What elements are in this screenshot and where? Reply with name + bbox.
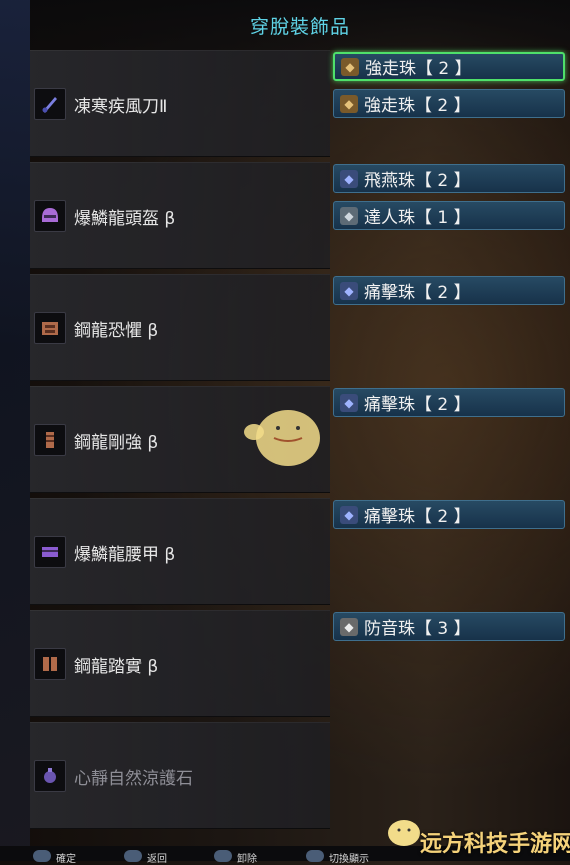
hint-confirm[interactable]: 確定 <box>56 850 76 865</box>
sword-icon <box>34 88 66 120</box>
mascot-logo-icon <box>388 820 420 846</box>
equipment-row-waist[interactable]: 爆鱗龍腰甲 β <box>30 498 330 605</box>
hint-remove[interactable]: 卸除 <box>237 850 257 865</box>
decoration-slot[interactable]: ◆ 防音珠【 3 】 <box>333 612 565 641</box>
decoration-label: 痛擊珠【 2 】 <box>364 395 471 415</box>
jewel-icon: ◆ <box>340 505 358 524</box>
left-edge-panel <box>0 0 30 861</box>
title-bar: 穿脫裝飾品 <box>30 0 570 50</box>
jewel-icon: ◆ <box>340 281 358 300</box>
decoration-label: 痛擊珠【 2 】 <box>364 283 471 303</box>
site-watermark: 远方科技手游网 <box>420 832 570 857</box>
jewel-icon: ◆ <box>340 206 358 225</box>
equipment-name: 鋼龍踏實 β <box>74 657 159 677</box>
mascot-watermark-icon <box>244 410 320 466</box>
decoration-label: 飛燕珠【 2 】 <box>364 171 471 191</box>
equipment-name: 爆鱗龍腰甲 β <box>74 545 176 565</box>
jewel-icon: ◆ <box>340 393 358 412</box>
jewel-icon: ◆ <box>341 57 359 76</box>
chest-icon <box>34 312 66 344</box>
decoration-slot[interactable]: ◆ 達人珠【 1 】 <box>333 201 565 230</box>
confirm-button-icon <box>33 850 51 862</box>
jewel-icon: ◆ <box>340 94 358 113</box>
equipment-row-weapon[interactable]: 凍寒疾風刀Ⅱ <box>30 50 330 157</box>
jewel-icon: ◆ <box>340 169 358 188</box>
helmet-icon <box>34 200 66 232</box>
arm-icon <box>34 424 66 456</box>
decoration-slot[interactable]: ◆ 痛擊珠【 2 】 <box>333 388 565 417</box>
decoration-label: 強走珠【 2 】 <box>364 96 471 116</box>
equipment-name: 鋼龍恐懼 β <box>74 321 159 341</box>
equipment-name: 心靜自然涼護石 <box>74 769 193 789</box>
page-title: 穿脫裝飾品 <box>249 15 350 38</box>
waist-icon <box>34 536 66 568</box>
jewel-icon: ◆ <box>340 617 358 636</box>
decoration-slot[interactable]: ◆ 痛擊珠【 2 】 <box>333 276 565 305</box>
equipment-row-head[interactable]: 爆鱗龍頭盔 β <box>30 162 330 269</box>
decoration-slot[interactable]: ◆ 強走珠【 2 】 <box>333 52 565 81</box>
decoration-slot[interactable]: ◆ 飛燕珠【 2 】 <box>333 164 565 193</box>
hint-toggle[interactable]: 切換顯示 <box>329 850 369 865</box>
decoration-label: 強走珠【 2 】 <box>365 59 472 79</box>
decoration-slot[interactable]: ◆ 痛擊珠【 2 】 <box>333 500 565 529</box>
decoration-label: 防音珠【 3 】 <box>364 619 471 639</box>
equipment-row-legs[interactable]: 鋼龍踏實 β <box>30 610 330 717</box>
hint-back[interactable]: 返回 <box>147 850 167 865</box>
legs-icon <box>34 648 66 680</box>
toggle-button-icon <box>306 850 324 862</box>
decoration-label: 痛擊珠【 2 】 <box>364 507 471 527</box>
equipment-row-charm[interactable]: 心靜自然涼護石 <box>30 722 330 829</box>
charm-icon <box>34 760 66 792</box>
decoration-slot[interactable]: ◆ 強走珠【 2 】 <box>333 89 565 118</box>
remove-button-icon <box>214 850 232 862</box>
decoration-label: 達人珠【 1 】 <box>364 208 471 228</box>
equipment-name: 鋼龍剛強 β <box>74 433 159 453</box>
back-button-icon <box>124 850 142 862</box>
equipment-name: 爆鱗龍頭盔 β <box>74 209 176 229</box>
equipment-name: 凍寒疾風刀Ⅱ <box>74 97 168 117</box>
equipment-row-chest[interactable]: 鋼龍恐懼 β <box>30 274 330 381</box>
